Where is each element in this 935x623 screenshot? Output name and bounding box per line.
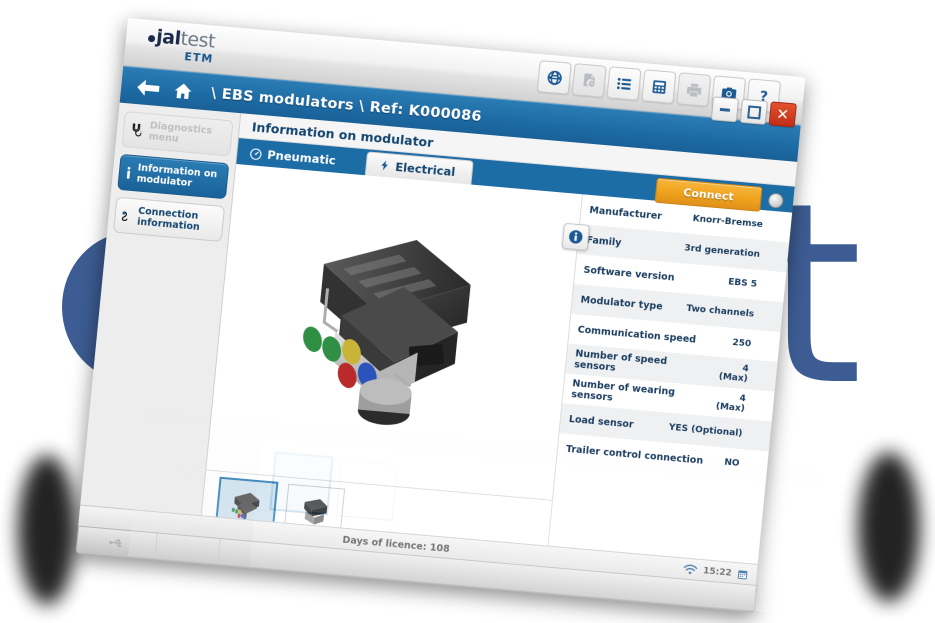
- row-key: Communication speed: [577, 323, 697, 346]
- row-key: Software version: [583, 264, 675, 284]
- tab-label: Electrical: [394, 159, 456, 179]
- modulator-image[interactable]: [206, 164, 582, 500]
- print-button[interactable]: [676, 72, 712, 107]
- logo-dot-icon: [147, 34, 156, 43]
- info-badge-button[interactable]: [561, 222, 591, 251]
- minimize-icon: [719, 107, 731, 112]
- info-icon: [569, 230, 583, 244]
- application-window: jal test ETM ? \ EBS modulators \ Ref: K…: [75, 18, 806, 613]
- maximize-icon: [746, 104, 761, 119]
- logo-test-text: test: [179, 27, 217, 53]
- sidebar-item-label: Information on modulator: [136, 162, 218, 190]
- row-value: 4 (Max): [718, 363, 750, 385]
- sidebar-item-label: Diagnostics menu: [148, 120, 213, 145]
- app-logo: jal test ETM: [146, 25, 217, 66]
- clock-label: 15:22: [702, 566, 733, 579]
- gauge-icon: [250, 147, 262, 160]
- device-slot-2[interactable]: [155, 533, 221, 565]
- tab-label: Pneumatic: [266, 147, 337, 168]
- usb-icon: [109, 539, 122, 548]
- shadow-blob-right: [858, 452, 920, 602]
- list-button[interactable]: [606, 66, 642, 101]
- row-value: 250: [731, 337, 752, 350]
- calculator-button[interactable]: [641, 69, 677, 104]
- globe-button[interactable]: [536, 60, 572, 95]
- connection-status-indicator: [767, 192, 784, 209]
- home-icon: [174, 83, 192, 100]
- stethoscope-icon: [132, 122, 143, 136]
- image-viewer: [199, 163, 583, 569]
- row-value: EBS 5: [727, 277, 758, 290]
- lightning-icon: [380, 160, 388, 171]
- back-arrow-icon: [137, 79, 160, 96]
- row-value: Knorr-Bremse: [692, 213, 764, 231]
- content-area: Information on modulator Pneumatic Elect…: [199, 113, 798, 587]
- sidebar-item-connection-information[interactable]: Connection information: [112, 196, 226, 242]
- row-value: Two channels: [685, 303, 755, 320]
- plug-icon: [121, 210, 128, 221]
- row-value: 3rd generation: [683, 243, 761, 260]
- close-icon: ✕: [775, 104, 790, 124]
- maximize-button[interactable]: [739, 98, 768, 125]
- sidebar-item-information-on-modulator[interactable]: Information on modulator: [117, 153, 230, 200]
- row-value: NO: [723, 457, 740, 469]
- info-table: Manufacturer Knorr-Bremse Family 3rd gen…: [546, 194, 793, 587]
- history-icon: [582, 72, 595, 87]
- shadow-blob-left: [18, 455, 76, 605]
- usb-port-indicator[interactable]: [76, 526, 158, 560]
- globe-icon: [547, 70, 562, 85]
- row-key: Family: [586, 234, 622, 249]
- logo-jal-text: jal: [155, 25, 182, 50]
- row-key: Load sensor: [568, 413, 635, 431]
- back-button[interactable]: [134, 77, 162, 99]
- printer-icon: [686, 82, 701, 97]
- list-icon: [616, 77, 631, 90]
- history-button[interactable]: [571, 63, 607, 98]
- row-key: Modulator type: [580, 294, 664, 313]
- sidebar-item-label: Connection information: [136, 205, 201, 234]
- row-key: Trailer control connection: [565, 443, 704, 467]
- calculator-icon: [652, 79, 666, 94]
- sidebar-item-diagnostics-menu[interactable]: Diagnostics menu: [121, 111, 234, 157]
- minimize-button[interactable]: [710, 96, 740, 123]
- info-icon: [126, 166, 131, 179]
- wifi-icon[interactable]: [683, 563, 699, 576]
- row-value: 4 (Max): [715, 393, 747, 415]
- calendar-icon[interactable]: [736, 568, 749, 581]
- close-button[interactable]: ✕: [768, 101, 797, 128]
- ebs-modulator-illustration: [302, 239, 471, 425]
- row-key: Manufacturer: [588, 204, 663, 222]
- home-button[interactable]: [172, 80, 194, 102]
- row-value: YES (Optional): [668, 422, 743, 440]
